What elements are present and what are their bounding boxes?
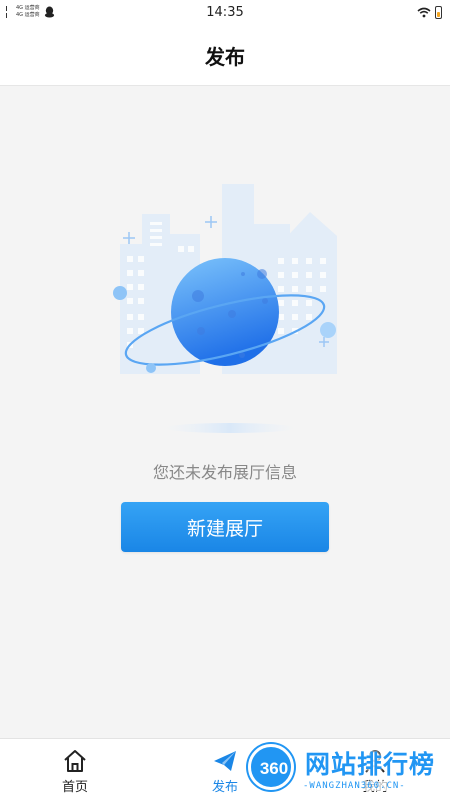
home-icon [64,750,86,772]
create-showroom-button[interactable]: 新建展厅 [121,502,329,552]
status-bar: 4G 运营商 4G 运营商 14:35 [0,0,450,26]
watermark-badge-text: 360 [259,759,289,778]
watermark-title: 网站排行榜 [305,750,436,779]
paper-plane-icon [214,751,236,771]
status-time: 14:35 [206,5,244,20]
watermark-subtitle: -WANGZHAN360.CN- [303,781,406,791]
watermark-badge: 360 [248,744,294,790]
nav-item-home[interactable]: 首页 [35,739,115,800]
main-content: 您还未发布展厅信息 新建展厅 [0,86,450,738]
battery-icon [435,6,442,19]
site-watermark: 360 网站排行榜 -WANGZHAN360.CN- [245,738,450,800]
planet-city-icon [113,184,337,433]
nav-label-publish: 发布 [211,780,238,795]
page-title: 发布 [205,45,245,69]
nav-label-home: 首页 [61,780,88,795]
wifi-icon [417,7,431,18]
page-header: 发布 [0,26,450,86]
empty-state-message: 您还未发布展厅信息 [152,463,297,482]
status-right [417,6,442,19]
